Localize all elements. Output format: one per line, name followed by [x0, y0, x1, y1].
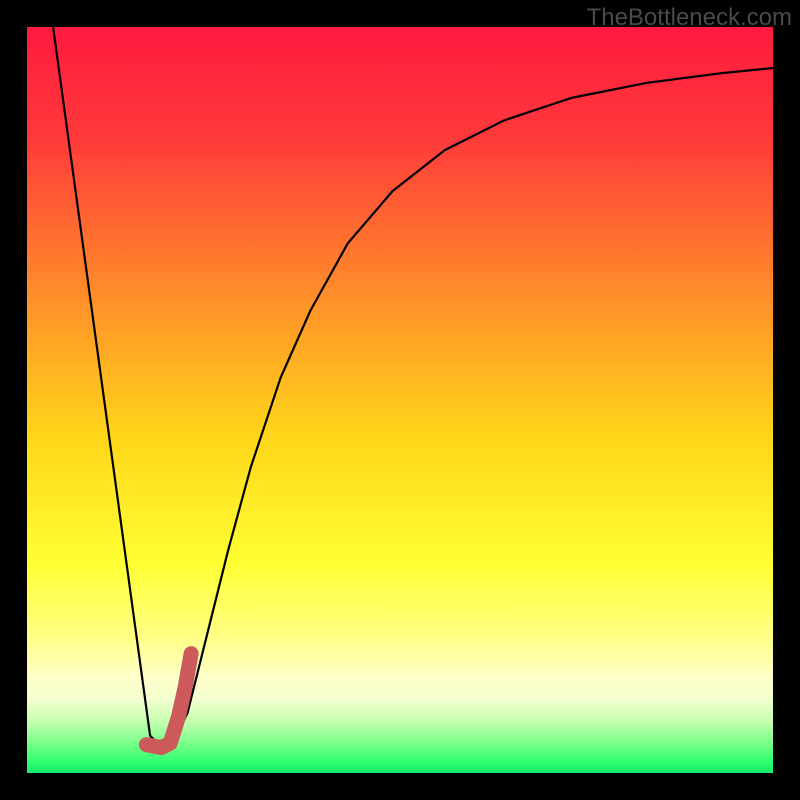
- watermark-text: TheBottleneck.com: [587, 4, 792, 32]
- chart-frame: TheBottleneck.com: [0, 0, 800, 800]
- chart-svg: [27, 27, 773, 773]
- plot-area: [27, 27, 773, 773]
